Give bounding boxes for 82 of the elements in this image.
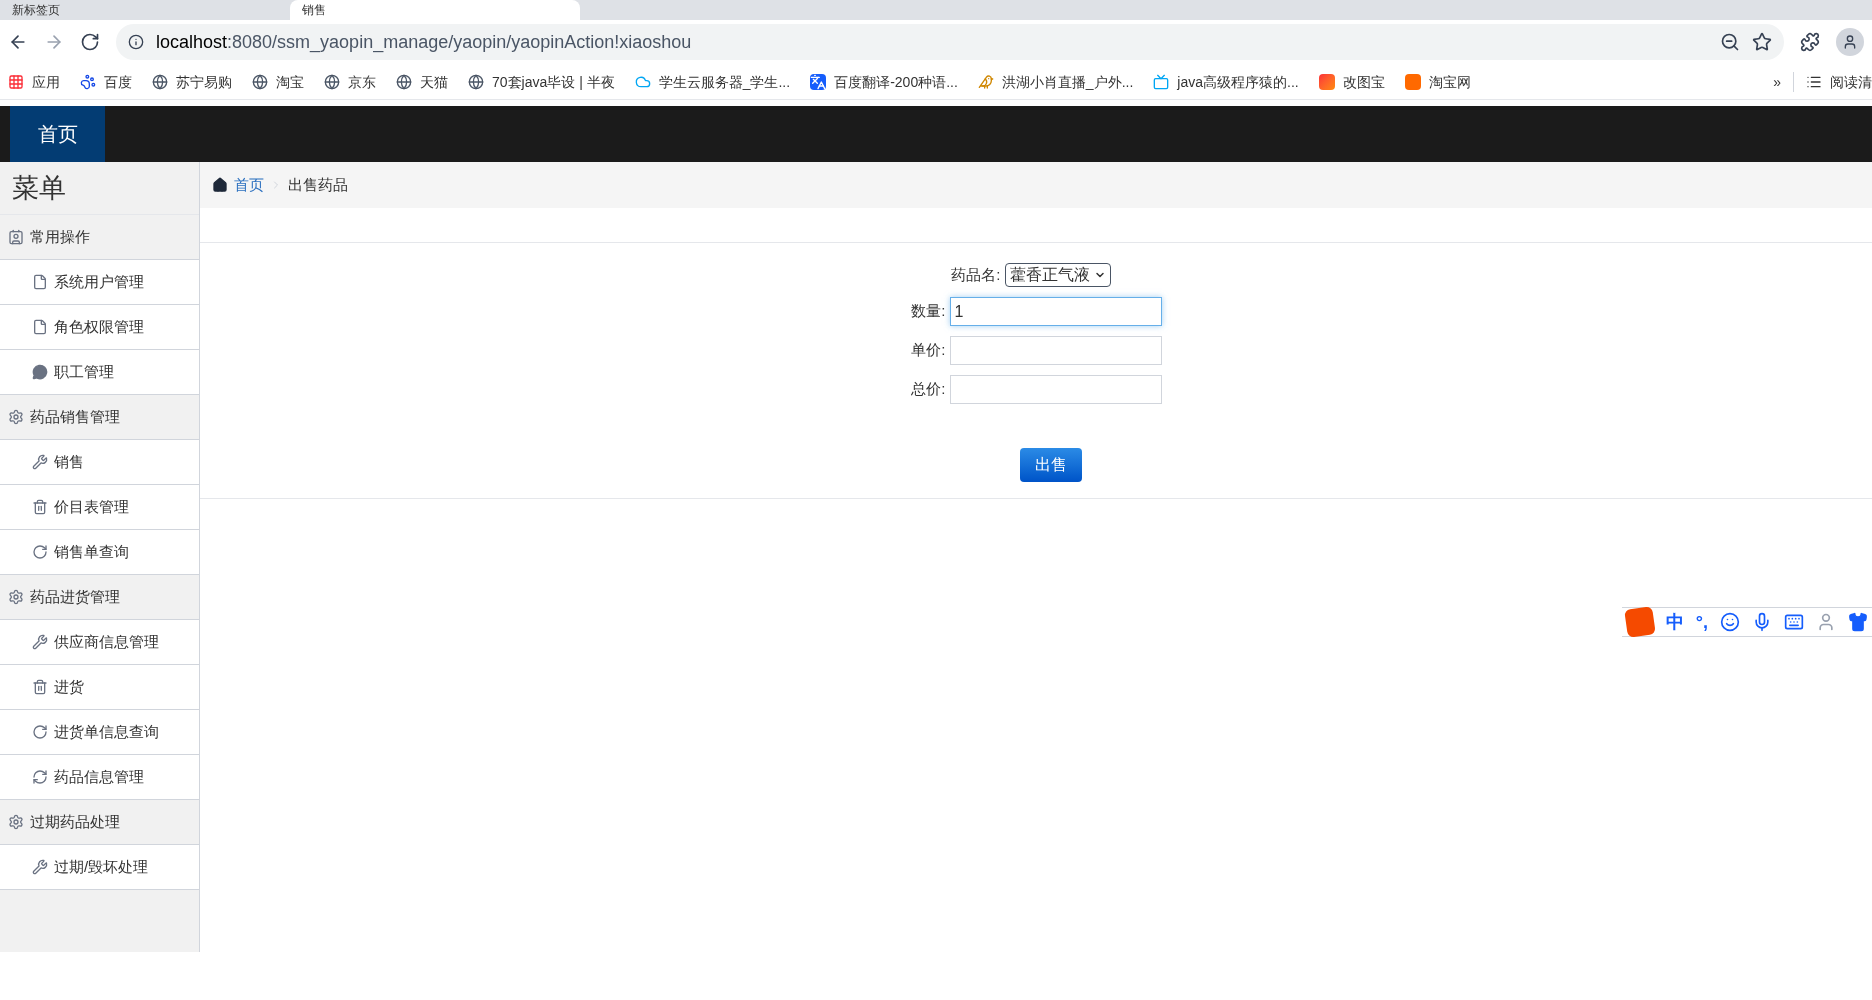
browser-tab[interactable]: 销售 — [290, 0, 580, 20]
sell-button[interactable]: 出售 — [1020, 448, 1082, 482]
bookmark-link[interactable]: 学生云服务器_学生... — [658, 71, 791, 92]
bookmark-link[interactable]: 百度翻译-200种语... — [834, 71, 958, 92]
wrench-icon — [32, 454, 48, 470]
globe-icon — [396, 73, 412, 90]
bookmark-link[interactable]: 京东 — [348, 71, 376, 92]
menu-item[interactable]: 进货单信息查询 — [0, 710, 199, 755]
gear-icon — [8, 814, 24, 830]
url-text: localhost:8080/ssm_yaopin_manage/yaopin/yaopinAction!xiaoshou — [156, 31, 693, 55]
globe-icon — [152, 73, 168, 90]
home-icon — [212, 177, 228, 193]
extensions-icon[interactable] — [1800, 32, 1820, 52]
bookmark-link[interactable]: 苏宁易购 — [176, 71, 232, 92]
bookmark-link[interactable]: 70套java毕设 | 半夜 — [492, 71, 615, 92]
ime-logo-icon[interactable] — [1624, 606, 1656, 638]
bookmark-link[interactable]: 淘宝网 — [1428, 71, 1471, 92]
profile-avatar[interactable] — [1836, 28, 1864, 56]
paw-icon — [80, 73, 96, 90]
trash-icon — [32, 679, 48, 695]
menu-item[interactable]: 药品信息管理 — [0, 755, 199, 800]
breadcrumb-link[interactable]: 首页 — [234, 173, 264, 197]
info-icon — [128, 34, 144, 50]
bookmark-link[interactable]: 百度 — [104, 71, 132, 92]
ime-mode-toggle[interactable]: 中 — [1665, 613, 1684, 631]
smile-icon[interactable] — [1720, 612, 1740, 632]
field-label: 数量: — [910, 301, 946, 322]
globe-icon — [468, 73, 484, 90]
input-field[interactable] — [949, 336, 1162, 365]
contact-card-icon — [8, 229, 24, 245]
gear-icon — [8, 589, 24, 605]
refresh-icon — [32, 769, 48, 785]
star-icon[interactable] — [1752, 32, 1772, 52]
menu-item[interactable]: 进货 — [0, 665, 199, 710]
globe-icon — [324, 73, 340, 90]
tv-icon — [1153, 73, 1170, 90]
menu-item[interactable]: 供应商信息管理 — [0, 620, 199, 665]
input-field[interactable] — [949, 375, 1162, 404]
menu-item[interactable]: 过期/毁坏处理 — [0, 845, 199, 890]
bookmark-link[interactable]: java高级程序猿的... — [1177, 71, 1299, 92]
keyboard-icon[interactable] — [1784, 612, 1804, 632]
bookmark-link[interactable]: 淘宝 — [276, 71, 304, 92]
user-icon[interactable] — [1816, 612, 1836, 632]
menu-item[interactable]: 销售单查询 — [0, 530, 199, 575]
menu-item[interactable]: 职工管理 — [0, 350, 199, 395]
trash-icon — [32, 499, 48, 515]
zoom-icon[interactable] — [1720, 32, 1740, 52]
reading-list-label[interactable]: 阅读清 — [1830, 71, 1872, 92]
translate-icon — [810, 73, 827, 90]
comment-icon — [32, 364, 48, 380]
bookmark-link[interactable]: 天猫 — [420, 71, 448, 92]
microphone-icon[interactable] — [1752, 612, 1772, 632]
address-bar[interactable]: localhost:8080/ssm_yaopin_manage/yaopin/yaopinAction!xiaoshou — [116, 24, 1784, 60]
file-icon — [32, 274, 48, 290]
input-field[interactable]: 1 — [949, 297, 1162, 326]
medicine-select[interactable]: 藿香正气液 — [1004, 263, 1111, 287]
field-label: 单价: — [910, 340, 946, 361]
apps-grid-icon — [8, 73, 24, 90]
ime-mode-toggle[interactable]: °, — [1695, 613, 1708, 631]
sidebar-title: 菜单 — [12, 171, 66, 205]
bookmark-link[interactable]: 应用 — [32, 71, 60, 92]
nav-tab[interactable]: 首页 — [10, 106, 105, 162]
field-label: 总价: — [910, 379, 946, 400]
menu-item[interactable]: 价目表管理 — [0, 485, 199, 530]
breadcrumb-current: 出售药品 — [288, 174, 348, 195]
bird-icon — [977, 73, 994, 90]
menu-item[interactable]: 销售 — [0, 440, 199, 485]
menu-item[interactable]: 系统用户管理 — [0, 260, 199, 305]
bookmark-link[interactable]: 改图宝 — [1342, 71, 1385, 92]
wrench-icon — [32, 634, 48, 650]
file-icon — [32, 319, 48, 335]
redo-icon — [32, 544, 48, 560]
reload-icon[interactable] — [80, 32, 100, 52]
shirt-icon[interactable] — [1848, 612, 1868, 632]
wrench-icon — [32, 859, 48, 875]
menu-item[interactable]: 角色权限管理 — [0, 305, 199, 350]
redo-icon — [32, 724, 48, 740]
gear-icon — [8, 409, 24, 425]
bookmark-link[interactable]: 洪湖小肖直播_户外... — [1001, 71, 1134, 92]
globe-icon — [252, 73, 268, 90]
field-label: 药品名: — [950, 264, 1001, 285]
more-bookmarks-button[interactable]: » — [1761, 71, 1793, 92]
